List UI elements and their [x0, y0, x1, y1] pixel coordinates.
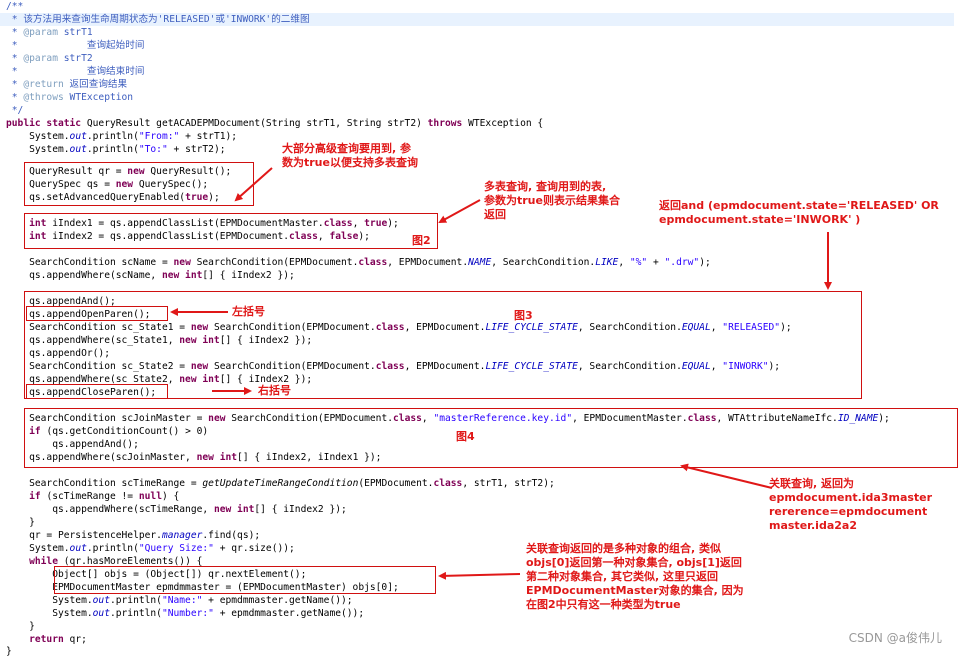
- annotation-join: 关联查询, 返回为 epmdocument.ida3master rereren…: [769, 477, 933, 532]
- arrow-to-fig2: [438, 199, 481, 223]
- annotation-multi-table: 多表查询, 查询用到的表, 参数为true则表示结果集合 返回: [484, 180, 620, 221]
- arrow-to-fig4: [680, 463, 773, 489]
- label-fig2: 图2: [412, 234, 431, 247]
- annotation-objs: 关联查询返回的是多种对象的组合, 类似 objs[0]返回第一种对象集合, ob…: [526, 542, 744, 611]
- annotation-advanced-query: 大部分高级查询要用到, 参 数为true以便支持多表查询: [282, 142, 418, 169]
- arrow-to-advanced-query: [234, 167, 273, 202]
- annotation-and-or: 返回and (epmdocument.state='RELEASED' OR e…: [659, 199, 939, 226]
- watermark: CSDN @a俊伟儿: [848, 631, 942, 645]
- label-right-paren: 右括号: [258, 384, 291, 397]
- code-editor[interactable]: /** * 该方法用来查询生命周期状态为'RELEASED'或'INWORK'的…: [0, 0, 960, 657]
- label-fig3: 图3: [514, 309, 533, 322]
- arrow-overlay: [170, 167, 832, 580]
- arrow-to-objs: [438, 571, 521, 580]
- label-fig4: 图4: [456, 430, 475, 443]
- label-left-paren: 左括号: [232, 305, 265, 318]
